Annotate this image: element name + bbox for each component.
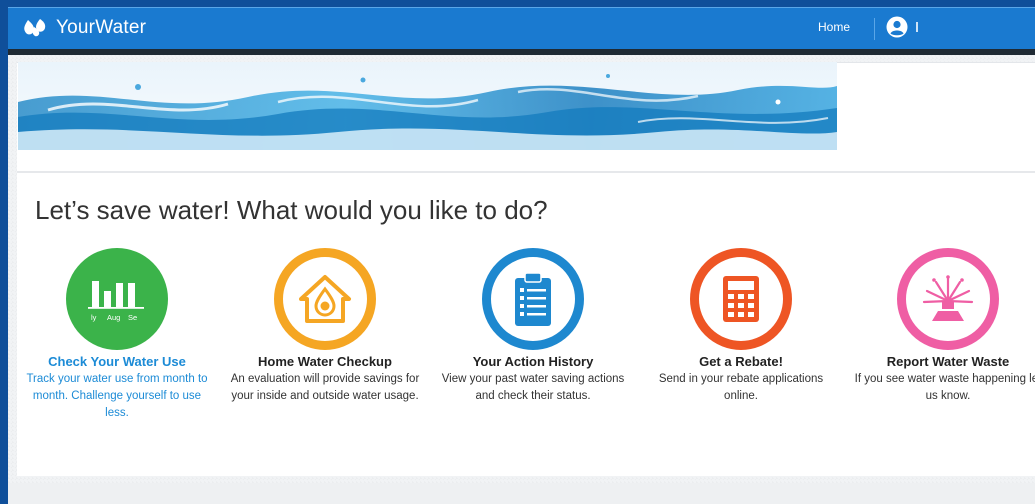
chart-label-1: ly [91,313,97,322]
chart-label-2: Aug [107,313,120,322]
tile-report-water-waste[interactable]: Report Water Waste If you see water wast… [853,248,1035,405]
get-rebate-title[interactable]: Get a Rebate! [646,354,836,369]
nav-home-link[interactable]: Home [818,20,850,34]
house-drop-icon [299,275,351,323]
app-logo[interactable]: YourWater [22,17,146,39]
check-water-use-title[interactable]: Check Your Water Use [22,354,212,369]
chart-label-3: Se [128,313,137,322]
home-water-checkup-circle[interactable] [274,248,376,350]
bottom-strip [8,483,1035,504]
banner-divider [17,171,1035,173]
user-menu-caret [916,22,918,32]
top-navigation-bar: YourWater Home [8,7,1035,50]
get-rebate-circle[interactable] [690,248,792,350]
tile-check-water-use[interactable]: ly Aug Se Check Your Water Use Track you… [22,248,212,422]
home-water-checkup-description: An evaluation will provide savings for y… [230,373,420,402]
nav-divider [874,18,875,40]
tile-get-rebate[interactable]: Get a Rebate! Send in your rebate applic… [646,248,836,405]
water-banner-image [18,62,837,150]
check-water-use-circle[interactable]: ly Aug Se [66,248,168,350]
report-water-waste-title[interactable]: Report Water Waste [853,354,1035,369]
clipboard-list-icon [515,272,551,326]
bar-chart-icon: ly Aug Se [88,281,144,322]
page-headline: Let’s save water! What would you like to… [35,195,548,225]
report-water-waste-circle[interactable] [897,248,999,350]
report-water-waste-description: If you see water waste happening let us … [854,373,1035,402]
tile-action-history[interactable]: Your Action History View your past water… [438,248,628,405]
action-history-circle[interactable] [482,248,584,350]
sprinkler-icon [922,275,974,321]
check-water-use-description: Track your water use from month to month… [26,373,208,419]
water-drops-logo-icon [24,19,46,37]
get-rebate-description: Send in your rebate applications online. [658,373,824,402]
home-water-checkup-title[interactable]: Home Water Checkup [230,354,420,369]
app-name: YourWater [56,17,147,38]
user-avatar-icon [886,16,908,38]
calculator-icon [723,276,759,322]
tile-home-water-checkup[interactable]: Home Water Checkup An evaluation will pr… [230,248,420,405]
action-history-title[interactable]: Your Action History [438,354,628,369]
user-menu-button[interactable] [886,16,908,38]
action-history-description: View your past water saving actions and … [441,373,625,402]
